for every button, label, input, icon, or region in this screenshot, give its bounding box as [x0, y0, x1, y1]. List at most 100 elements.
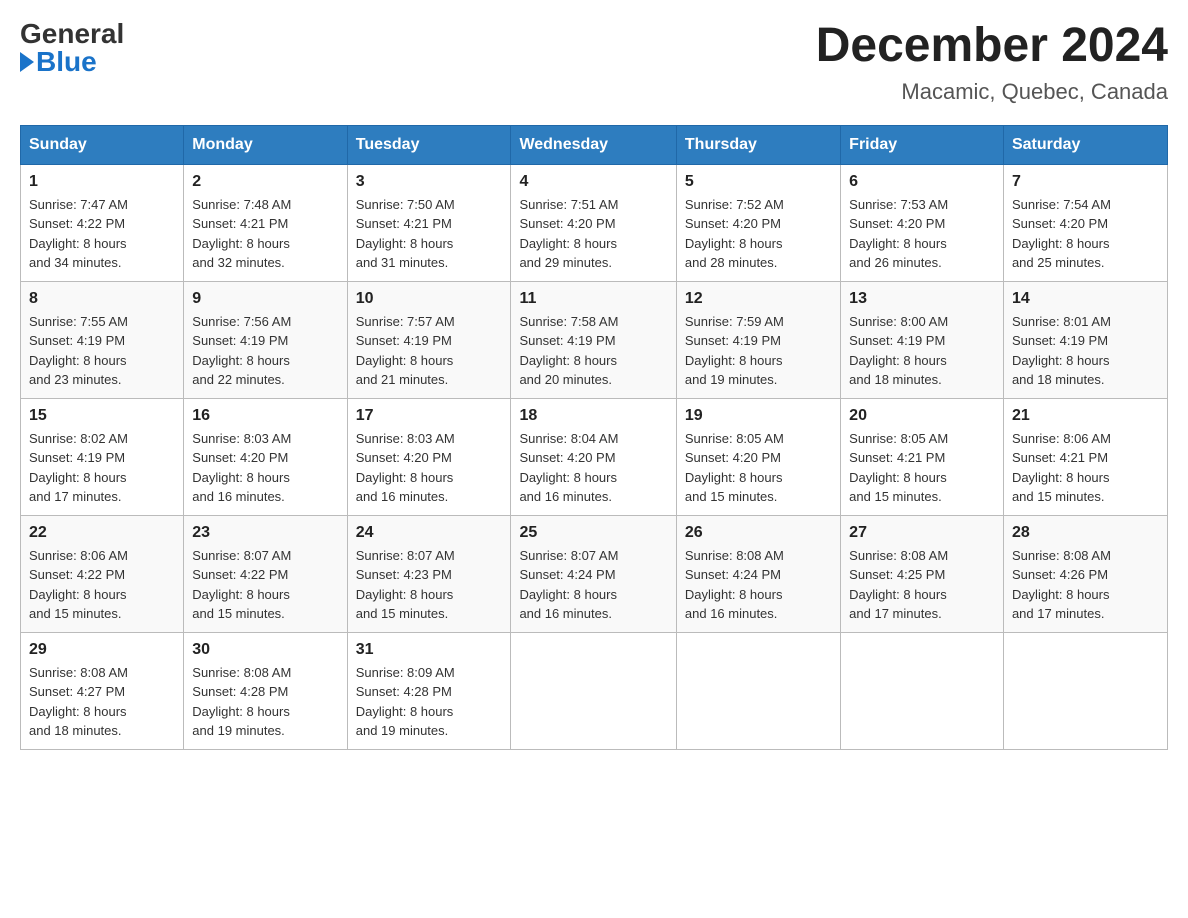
calendar-cell: 25 Sunrise: 8:07 AM Sunset: 4:24 PM Dayl…: [511, 515, 676, 632]
calendar-cell: 24 Sunrise: 8:07 AM Sunset: 4:23 PM Dayl…: [347, 515, 511, 632]
day-number: 21: [1012, 407, 1159, 425]
calendar-cell: 6 Sunrise: 7:53 AM Sunset: 4:20 PM Dayli…: [841, 164, 1004, 281]
calendar-cell: 16 Sunrise: 8:03 AM Sunset: 4:20 PM Dayl…: [184, 398, 347, 515]
day-number: 4: [519, 173, 667, 191]
calendar-cell: 15 Sunrise: 8:02 AM Sunset: 4:19 PM Dayl…: [21, 398, 184, 515]
day-info: Sunrise: 8:08 AM Sunset: 4:27 PM Dayligh…: [29, 663, 175, 741]
day-info: Sunrise: 8:05 AM Sunset: 4:20 PM Dayligh…: [685, 429, 832, 507]
day-info: Sunrise: 7:47 AM Sunset: 4:22 PM Dayligh…: [29, 195, 175, 273]
day-number: 29: [29, 641, 175, 659]
logo-general-text: General: [20, 20, 124, 48]
day-info: Sunrise: 7:51 AM Sunset: 4:20 PM Dayligh…: [519, 195, 667, 273]
col-sunday: Sunday: [21, 125, 184, 164]
day-info: Sunrise: 7:57 AM Sunset: 4:19 PM Dayligh…: [356, 312, 503, 390]
week-row-1: 1 Sunrise: 7:47 AM Sunset: 4:22 PM Dayli…: [21, 164, 1168, 281]
calendar-cell: 30 Sunrise: 8:08 AM Sunset: 4:28 PM Dayl…: [184, 632, 347, 749]
col-monday: Monday: [184, 125, 347, 164]
calendar-cell: 4 Sunrise: 7:51 AM Sunset: 4:20 PM Dayli…: [511, 164, 676, 281]
day-number: 16: [192, 407, 338, 425]
logo-triangle-icon: [20, 52, 34, 72]
day-number: 6: [849, 173, 995, 191]
day-number: 11: [519, 290, 667, 308]
day-info: Sunrise: 8:09 AM Sunset: 4:28 PM Dayligh…: [356, 663, 503, 741]
day-number: 25: [519, 524, 667, 542]
calendar-cell: 22 Sunrise: 8:06 AM Sunset: 4:22 PM Dayl…: [21, 515, 184, 632]
day-info: Sunrise: 7:58 AM Sunset: 4:19 PM Dayligh…: [519, 312, 667, 390]
calendar-cell: 14 Sunrise: 8:01 AM Sunset: 4:19 PM Dayl…: [1003, 281, 1167, 398]
col-wednesday: Wednesday: [511, 125, 676, 164]
calendar-cell: 8 Sunrise: 7:55 AM Sunset: 4:19 PM Dayli…: [21, 281, 184, 398]
calendar-header-row: Sunday Monday Tuesday Wednesday Thursday…: [21, 125, 1168, 164]
day-info: Sunrise: 8:08 AM Sunset: 4:25 PM Dayligh…: [849, 546, 995, 624]
day-info: Sunrise: 7:50 AM Sunset: 4:21 PM Dayligh…: [356, 195, 503, 273]
calendar-cell: 21 Sunrise: 8:06 AM Sunset: 4:21 PM Dayl…: [1003, 398, 1167, 515]
week-row-4: 22 Sunrise: 8:06 AM Sunset: 4:22 PM Dayl…: [21, 515, 1168, 632]
week-row-5: 29 Sunrise: 8:08 AM Sunset: 4:27 PM Dayl…: [21, 632, 1168, 749]
col-tuesday: Tuesday: [347, 125, 511, 164]
calendar-cell: [511, 632, 676, 749]
calendar-cell: 5 Sunrise: 7:52 AM Sunset: 4:20 PM Dayli…: [676, 164, 840, 281]
col-friday: Friday: [841, 125, 1004, 164]
col-saturday: Saturday: [1003, 125, 1167, 164]
title-section: December 2024 Macamic, Quebec, Canada: [816, 20, 1168, 105]
calendar-cell: 27 Sunrise: 8:08 AM Sunset: 4:25 PM Dayl…: [841, 515, 1004, 632]
day-info: Sunrise: 8:03 AM Sunset: 4:20 PM Dayligh…: [192, 429, 338, 507]
day-info: Sunrise: 7:53 AM Sunset: 4:20 PM Dayligh…: [849, 195, 995, 273]
calendar-cell: 11 Sunrise: 7:58 AM Sunset: 4:19 PM Dayl…: [511, 281, 676, 398]
calendar-cell: 26 Sunrise: 8:08 AM Sunset: 4:24 PM Dayl…: [676, 515, 840, 632]
day-number: 9: [192, 290, 338, 308]
day-number: 26: [685, 524, 832, 542]
calendar-cell: 17 Sunrise: 8:03 AM Sunset: 4:20 PM Dayl…: [347, 398, 511, 515]
day-number: 19: [685, 407, 832, 425]
day-number: 8: [29, 290, 175, 308]
day-info: Sunrise: 8:08 AM Sunset: 4:26 PM Dayligh…: [1012, 546, 1159, 624]
logo-blue-text: Blue: [20, 48, 97, 76]
day-info: Sunrise: 8:03 AM Sunset: 4:20 PM Dayligh…: [356, 429, 503, 507]
calendar-cell: 7 Sunrise: 7:54 AM Sunset: 4:20 PM Dayli…: [1003, 164, 1167, 281]
day-info: Sunrise: 8:08 AM Sunset: 4:24 PM Dayligh…: [685, 546, 832, 624]
calendar-cell: [1003, 632, 1167, 749]
day-number: 15: [29, 407, 175, 425]
day-number: 2: [192, 173, 338, 191]
calendar-cell: 9 Sunrise: 7:56 AM Sunset: 4:19 PM Dayli…: [184, 281, 347, 398]
day-number: 24: [356, 524, 503, 542]
day-number: 10: [356, 290, 503, 308]
calendar-cell: 29 Sunrise: 8:08 AM Sunset: 4:27 PM Dayl…: [21, 632, 184, 749]
day-number: 14: [1012, 290, 1159, 308]
logo: General Blue: [20, 20, 124, 76]
page-header: General Blue December 2024 Macamic, Queb…: [20, 20, 1168, 105]
day-number: 13: [849, 290, 995, 308]
day-number: 23: [192, 524, 338, 542]
day-info: Sunrise: 8:01 AM Sunset: 4:19 PM Dayligh…: [1012, 312, 1159, 390]
day-number: 20: [849, 407, 995, 425]
calendar-cell: 2 Sunrise: 7:48 AM Sunset: 4:21 PM Dayli…: [184, 164, 347, 281]
calendar-cell: 13 Sunrise: 8:00 AM Sunset: 4:19 PM Dayl…: [841, 281, 1004, 398]
calendar-cell: 18 Sunrise: 8:04 AM Sunset: 4:20 PM Dayl…: [511, 398, 676, 515]
day-number: 22: [29, 524, 175, 542]
day-info: Sunrise: 7:56 AM Sunset: 4:19 PM Dayligh…: [192, 312, 338, 390]
calendar-cell: 10 Sunrise: 7:57 AM Sunset: 4:19 PM Dayl…: [347, 281, 511, 398]
day-info: Sunrise: 7:52 AM Sunset: 4:20 PM Dayligh…: [685, 195, 832, 273]
calendar-cell: 20 Sunrise: 8:05 AM Sunset: 4:21 PM Dayl…: [841, 398, 1004, 515]
day-info: Sunrise: 8:07 AM Sunset: 4:23 PM Dayligh…: [356, 546, 503, 624]
calendar-title: December 2024: [816, 20, 1168, 73]
day-number: 31: [356, 641, 503, 659]
day-number: 18: [519, 407, 667, 425]
day-info: Sunrise: 8:00 AM Sunset: 4:19 PM Dayligh…: [849, 312, 995, 390]
col-thursday: Thursday: [676, 125, 840, 164]
day-number: 17: [356, 407, 503, 425]
day-info: Sunrise: 8:08 AM Sunset: 4:28 PM Dayligh…: [192, 663, 338, 741]
week-row-2: 8 Sunrise: 7:55 AM Sunset: 4:19 PM Dayli…: [21, 281, 1168, 398]
calendar-cell: [841, 632, 1004, 749]
day-info: Sunrise: 7:55 AM Sunset: 4:19 PM Dayligh…: [29, 312, 175, 390]
day-number: 1: [29, 173, 175, 191]
day-number: 27: [849, 524, 995, 542]
day-info: Sunrise: 8:06 AM Sunset: 4:21 PM Dayligh…: [1012, 429, 1159, 507]
calendar-cell: 31 Sunrise: 8:09 AM Sunset: 4:28 PM Dayl…: [347, 632, 511, 749]
calendar-cell: 19 Sunrise: 8:05 AM Sunset: 4:20 PM Dayl…: [676, 398, 840, 515]
day-number: 12: [685, 290, 832, 308]
day-number: 28: [1012, 524, 1159, 542]
calendar-table: Sunday Monday Tuesday Wednesday Thursday…: [20, 125, 1168, 750]
day-info: Sunrise: 7:59 AM Sunset: 4:19 PM Dayligh…: [685, 312, 832, 390]
calendar-subtitle: Macamic, Quebec, Canada: [816, 79, 1168, 105]
